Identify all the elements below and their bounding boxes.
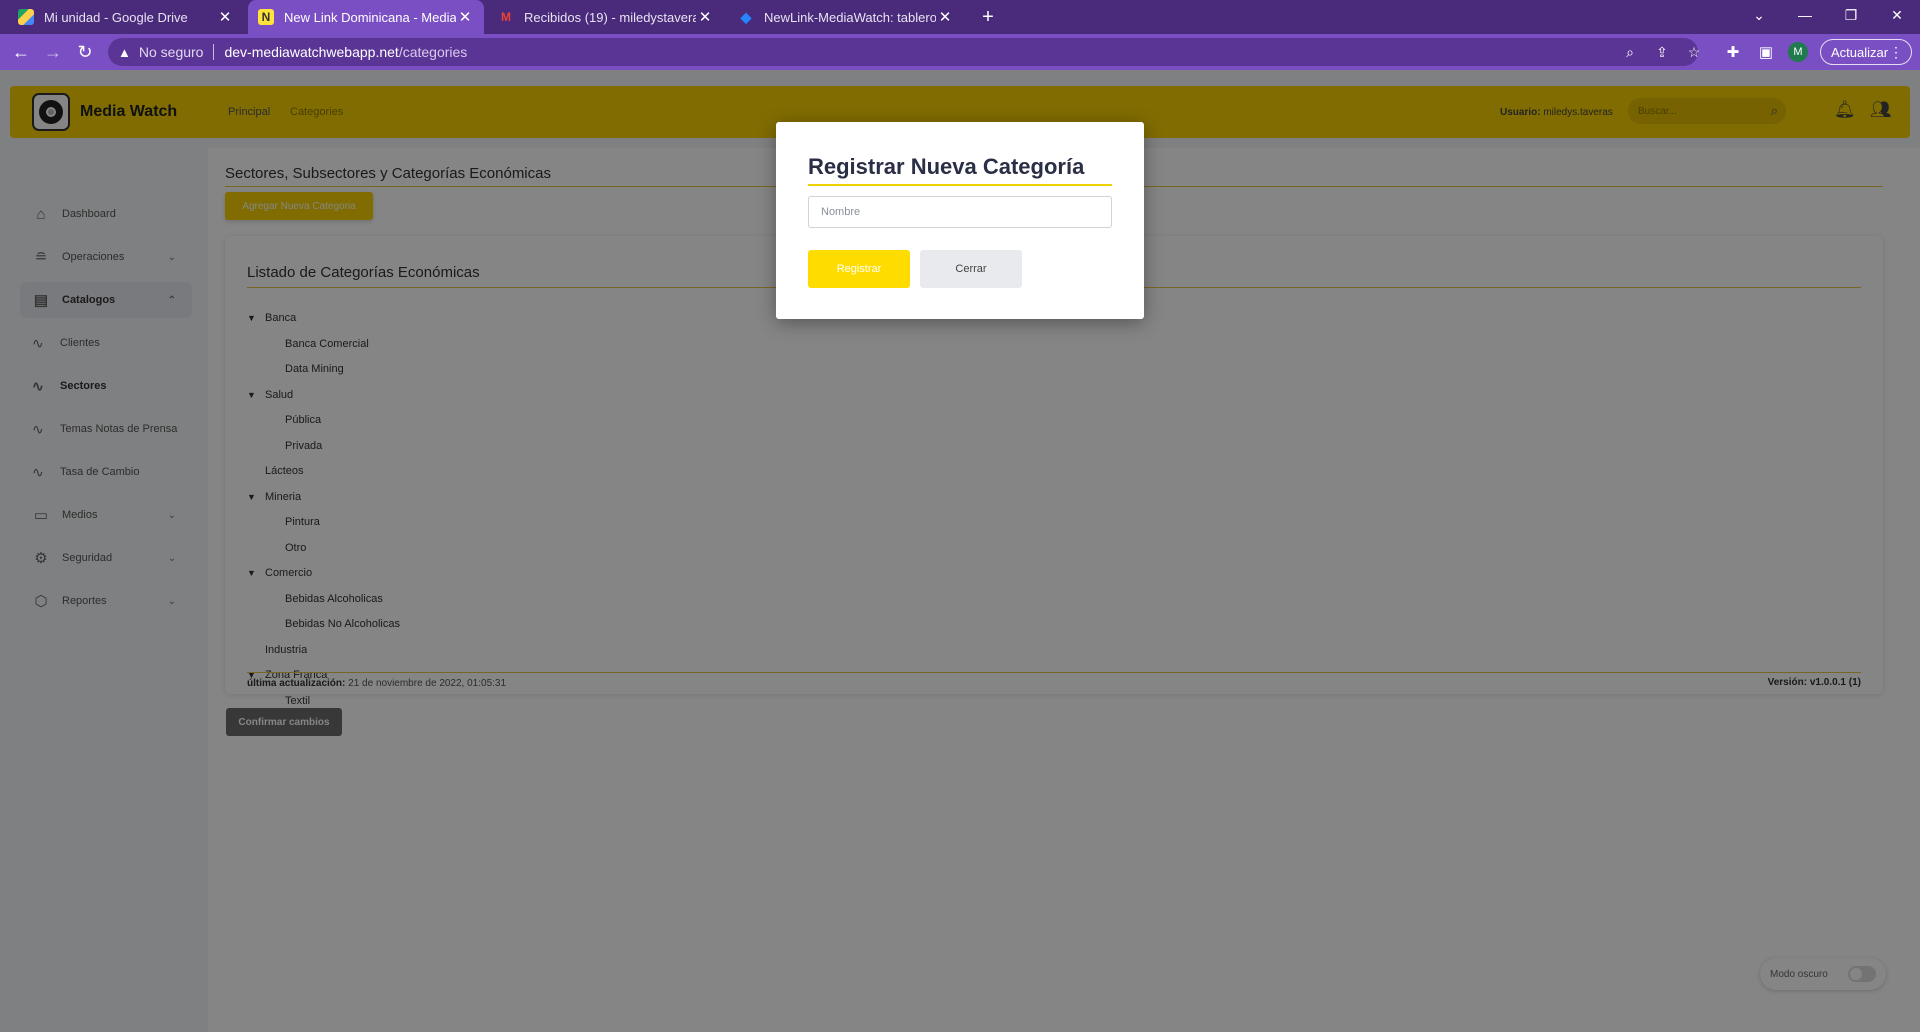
extensions-icon[interactable]: ✚ (1722, 41, 1744, 63)
share-icon[interactable]: ⇪ (1652, 42, 1672, 62)
tab-search-icon[interactable]: ⌄ (1736, 0, 1782, 30)
url-path: /categories (398, 44, 468, 60)
register-button[interactable]: Registrar (808, 250, 910, 288)
category-name-input[interactable] (808, 196, 1112, 228)
new-tab-button[interactable]: + (976, 5, 1000, 29)
minimize-window-button[interactable]: — (1782, 0, 1828, 30)
browser-tab-title: Mi unidad - Google Drive (44, 9, 188, 25)
browser-tab-title: New Link Dominicana - Media W (284, 9, 456, 25)
browser-tab-mediawatch[interactable]: N New Link Dominicana - Media W ✕ (248, 0, 484, 34)
address-bar[interactable]: ▲ No seguro dev-mediawatchwebapp.net /ca… (108, 38, 1698, 66)
gmail-icon: M (501, 10, 511, 24)
browser-tab-strip: Mi unidad - Google Drive ✕ N New Link Do… (0, 0, 1920, 34)
update-label: Actualizar (1831, 44, 1889, 60)
modal-title-underline (808, 184, 1112, 186)
divider (213, 44, 215, 60)
menu-dots-icon[interactable]: ⋮ (1889, 44, 1903, 61)
back-icon[interactable]: ← (8, 40, 34, 64)
reload-icon[interactable]: ↻ (72, 40, 98, 64)
browser-tab-drive[interactable]: Mi unidad - Google Drive ✕ (8, 0, 244, 34)
close-tab-icon[interactable]: ✕ (696, 8, 714, 26)
google-drive-icon (18, 9, 34, 25)
browser-toolbar: ← → ↻ ▲ No seguro dev-mediawatchwebapp.n… (0, 34, 1920, 70)
browser-tab-jira[interactable]: ◆ NewLink-MediaWatch: tablero ág ✕ (728, 0, 964, 34)
side-panel-icon[interactable]: ▣ (1755, 41, 1777, 63)
update-button[interactable]: Actualizar ⋮ (1820, 39, 1912, 65)
forward-icon[interactable]: → (40, 40, 66, 64)
url-host: dev-mediawatchwebapp.net (224, 44, 399, 60)
browser-tab-gmail[interactable]: M Recibidos (19) - miledystaveras@ ✕ (488, 0, 724, 34)
security-label: No seguro (138, 44, 204, 60)
profile-avatar[interactable]: M (1788, 42, 1808, 62)
close-tab-icon[interactable]: ✕ (936, 8, 954, 26)
warning-icon: ▲ (118, 44, 131, 60)
register-category-modal: Registrar Nueva Categoría Registrar Cerr… (776, 122, 1144, 319)
jira-icon: ◆ (740, 8, 752, 25)
close-tab-icon[interactable]: ✕ (216, 8, 234, 26)
close-window-button[interactable]: ✕ (1874, 0, 1920, 30)
newlink-icon: N (258, 9, 274, 25)
modal-title: Registrar Nueva Categoría (808, 154, 1085, 179)
restore-window-button[interactable]: ❐ (1828, 0, 1874, 30)
close-button[interactable]: Cerrar (920, 250, 1022, 288)
bookmark-star-icon[interactable]: ☆ (1684, 42, 1704, 62)
browser-tab-title: NewLink-MediaWatch: tablero ág (764, 9, 936, 25)
browser-tab-title: Recibidos (19) - miledystaveras@ (524, 9, 696, 25)
app-viewport: Media Watch Principal Categories Usuario… (0, 70, 1920, 1032)
close-tab-icon[interactable]: ✕ (456, 8, 474, 26)
zoom-icon[interactable]: ⌕ (1620, 42, 1640, 62)
